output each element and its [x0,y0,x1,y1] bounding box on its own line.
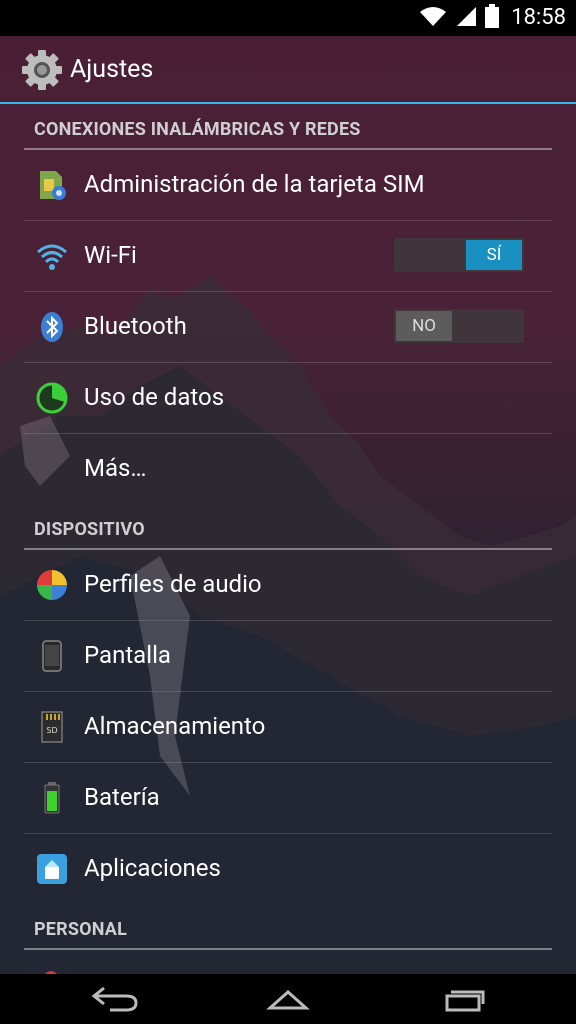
svg-text:SD: SD [46,726,57,735]
settings-item-data-usage[interactable]: Uso de datos [24,363,552,434]
settings-gear-icon[interactable] [20,48,64,92]
clock: 18:58 [511,5,566,30]
bluetooth-toggle[interactable]: NO [394,309,524,343]
wifi-icon [36,240,68,272]
section-header-personal: PERSONAL [24,904,552,950]
home-icon[interactable] [258,982,318,1016]
settings-item-label: Almacenamiento [84,712,266,740]
toggle-knob: NO [396,311,452,341]
navigation-bar [0,974,576,1024]
toggle-knob: SÍ [466,240,522,270]
back-icon[interactable] [84,982,144,1016]
settings-item-display[interactable]: Pantalla [24,621,552,692]
settings-item-label: Bluetooth [84,312,187,340]
section-header-device: DISPOSITIVO [24,504,552,550]
settings-item-more[interactable]: Más… [24,434,552,504]
settings-item-label: Pantalla [84,641,171,669]
battery-icon [36,782,68,814]
audio-profiles-icon [36,569,68,601]
settings-item-label: Perfiles de audio [84,570,262,598]
settings-item-label: Más… [84,454,147,482]
sim-card-icon [36,169,68,201]
settings-item-label: Administración de la tarjeta SIM [84,170,425,198]
page-title: Ajustes [70,55,154,84]
settings-list[interactable]: CONEXIONES INALÁMBRICAS Y REDES Administ… [0,104,576,981]
settings-item-wifi[interactable]: Wi-Fi SÍ [24,221,552,292]
settings-item-sim-management[interactable]: Administración de la tarjeta SIM [24,150,552,221]
settings-item-label: Wi-Fi [84,241,137,269]
sd-card-icon: SD [36,711,68,743]
action-bar: Ajustes [0,36,576,104]
settings-item-applications[interactable]: Aplicaciones [24,834,552,904]
battery-icon [485,4,500,32]
status-bar: 18:58 [0,0,576,36]
settings-item-audio-profiles[interactable]: Perfiles de audio [24,550,552,621]
section-header-wireless: CONEXIONES INALÁMBRICAS Y REDES [24,104,552,150]
recents-icon[interactable] [434,982,494,1016]
apps-icon [36,853,68,885]
wifi-toggle[interactable]: SÍ [394,238,524,272]
bluetooth-icon [36,311,68,343]
settings-item-storage[interactable]: SD Almacenamiento [24,692,552,763]
section-title: DISPOSITIVO [34,519,145,540]
signal-icon [455,5,477,31]
data-usage-icon [36,382,68,414]
display-icon [36,640,68,672]
settings-item-bluetooth[interactable]: Bluetooth NO [24,292,552,363]
wifi-icon [419,5,447,31]
section-title: PERSONAL [34,919,128,940]
section-title: CONEXIONES INALÁMBRICAS Y REDES [34,119,361,140]
settings-item-label: Aplicaciones [84,854,221,882]
settings-item-label: Uso de datos [84,383,225,411]
settings-item-label: Batería [84,783,160,811]
settings-item-battery[interactable]: Batería [24,763,552,834]
